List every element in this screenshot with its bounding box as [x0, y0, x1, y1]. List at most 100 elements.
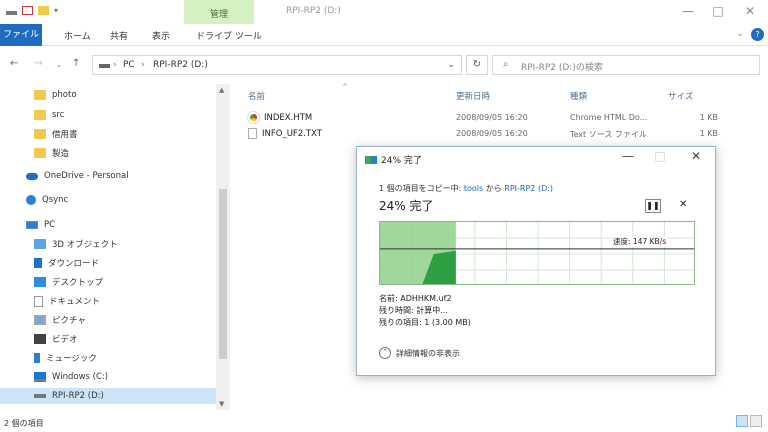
- destination-link[interactable]: RPI-RP2 (D:): [504, 184, 553, 193]
- file-type: Text ソース ファイル: [570, 130, 647, 139]
- breadcrumb-pc[interactable]: PC: [123, 60, 135, 70]
- file-type: Chrome HTML Do...: [570, 113, 648, 122]
- address-bar[interactable]: › PC › RPI-RP2 (D:) ⌄: [92, 55, 462, 75]
- time-remaining-info: 残り時間: 計算中...: [379, 306, 448, 315]
- dialog-close-button[interactable]: ✕: [687, 149, 705, 163]
- sidebar-item-onedrive[interactable]: OneDrive - Personal: [26, 168, 129, 184]
- 3d-objects-icon: [34, 239, 46, 249]
- sidebar-item-pc[interactable]: PC: [26, 217, 55, 233]
- address-row: ← → ⌄ ↑ › PC › RPI-RP2 (D:) ⌄ ↻ ⌕ RPI-RP…: [0, 52, 768, 78]
- customize-arrow-icon[interactable]: ▾: [54, 6, 58, 15]
- video-icon: [34, 334, 46, 344]
- sidebar-item-windows-c[interactable]: Windows (C:): [34, 369, 108, 385]
- sidebar-item-documents[interactable]: ドキュメント: [34, 293, 100, 309]
- sort-ascending-icon: ^: [342, 83, 348, 91]
- file-row[interactable]: INFO_UF2.TXT 2008/09/05 16:20 Text ソース フ…: [248, 126, 718, 142]
- tab-home[interactable]: ホーム: [64, 29, 91, 42]
- close-button[interactable]: ✕: [740, 4, 760, 18]
- quick-access-toolbar: ▾: [6, 6, 58, 15]
- tab-view[interactable]: 表示: [152, 29, 170, 42]
- cancel-copy-button[interactable]: ✕: [679, 199, 687, 210]
- scroll-down-icon[interactable]: ▼: [219, 400, 224, 408]
- tab-share[interactable]: 共有: [110, 29, 128, 42]
- up-button[interactable]: ↑: [72, 58, 80, 69]
- scroll-up-icon[interactable]: ▲: [219, 86, 224, 94]
- title-bar: ▾ 管理 RPI-RP2 (D:) — □ ✕: [0, 0, 768, 24]
- sidebar-item-music[interactable]: ミュージック: [34, 350, 97, 366]
- windows-drive-icon: [34, 372, 46, 382]
- dialog-title-bar: 24% 完了: [365, 153, 422, 166]
- file-date: 2008/09/05 16:20: [456, 113, 528, 122]
- document-icon: [34, 295, 43, 307]
- forward-button[interactable]: →: [34, 58, 42, 69]
- folder-icon: [34, 90, 46, 100]
- speed-graph-canvas: [380, 222, 694, 284]
- file-name-info: 名前: ADHHKM.uf2: [379, 294, 452, 303]
- breadcrumb-separator: ›: [141, 60, 145, 70]
- ribbon-tabs: ファイル ホーム 共有 表示 ドライブ ツール ⌄ ?: [0, 24, 768, 46]
- details-view-icon[interactable]: [736, 415, 748, 427]
- column-header-type[interactable]: 種類: [570, 90, 587, 102]
- minimize-button[interactable]: —: [678, 4, 698, 18]
- column-header-date[interactable]: 更新日時: [456, 90, 490, 102]
- pause-button[interactable]: ❚❚: [645, 199, 661, 213]
- download-icon: [34, 258, 42, 268]
- help-icon[interactable]: ?: [751, 28, 764, 41]
- navigation-pane: photo src 借用書 製造 OneDrive - Personal Qsy…: [0, 84, 232, 410]
- large-icons-view-icon[interactable]: [750, 415, 762, 427]
- file-name: INFO_UF2.TXT: [262, 128, 322, 139]
- file-row[interactable]: INDEX.HTM 2008/09/05 16:20 Chrome HTML D…: [248, 110, 718, 126]
- desktop-icon: [34, 277, 46, 287]
- pictures-icon: [34, 315, 46, 325]
- maximize-button[interactable]: □: [708, 4, 728, 18]
- qsync-icon: [26, 195, 36, 205]
- address-dropdown-icon[interactable]: ⌄: [447, 60, 455, 70]
- search-icon: ⌕: [503, 59, 509, 70]
- dialog-minimize-button[interactable]: —: [619, 149, 637, 163]
- sidebar-item-rpi-rp2[interactable]: RPI-RP2 (D:): [0, 388, 216, 404]
- chrome-icon: [248, 112, 259, 123]
- file-name: INDEX.HTM: [264, 112, 313, 123]
- fewer-details-button[interactable]: ⌃ 詳細情報の非表示: [379, 347, 460, 359]
- column-header-size[interactable]: サイズ: [668, 90, 693, 102]
- sidebar-item-qsync[interactable]: Qsync: [26, 192, 68, 208]
- status-item-count: 2 個の項目: [4, 419, 44, 428]
- copy-progress-icon: [365, 155, 377, 164]
- expand-ribbon-icon[interactable]: ⌄: [736, 29, 744, 39]
- search-box[interactable]: ⌕ RPI-RP2 (D:)の検索: [492, 55, 760, 75]
- properties-icon[interactable]: [22, 6, 33, 15]
- sidebar-item-videos[interactable]: ビデオ: [34, 331, 78, 347]
- dialog-title: 24% 完了: [381, 156, 422, 166]
- transfer-speed-graph: 速度: 147 KB/s: [379, 221, 695, 285]
- sidebar-item-shakuyosho[interactable]: 借用書: [34, 126, 78, 142]
- drive-icon[interactable]: [6, 10, 17, 15]
- sidebar-item-pictures[interactable]: ピクチャ: [34, 312, 86, 328]
- sidebar-item-src[interactable]: src: [34, 107, 64, 123]
- tab-drive-tools[interactable]: ドライブ ツール: [196, 29, 262, 42]
- new-folder-icon[interactable]: [38, 6, 49, 15]
- refresh-button[interactable]: ↻: [466, 55, 488, 75]
- file-size: 1 KB: [699, 113, 718, 122]
- column-header-name[interactable]: 名前: [248, 90, 265, 102]
- source-link[interactable]: tools: [464, 184, 483, 193]
- sidebar-item-photo[interactable]: photo: [34, 87, 77, 103]
- folder-icon: [34, 110, 46, 120]
- file-date: 2008/09/05 16:20: [456, 129, 528, 138]
- search-input[interactable]: RPI-RP2 (D:)の検索: [521, 60, 603, 73]
- items-remaining-info: 残りの項目: 1 (3.00 MB): [379, 318, 471, 327]
- sidebar-item-downloads[interactable]: ダウンロード: [34, 255, 99, 271]
- sidebar-item-3d-objects[interactable]: 3D オブジェクト: [34, 236, 118, 252]
- scrollbar-thumb[interactable]: [219, 189, 227, 359]
- breadcrumb-drive[interactable]: RPI-RP2 (D:): [153, 60, 208, 70]
- tab-file[interactable]: ファイル: [0, 24, 42, 46]
- sidebar-item-seizo[interactable]: 製造: [34, 145, 69, 161]
- drive-icon: [34, 394, 46, 398]
- recent-locations-icon[interactable]: ⌄: [56, 61, 62, 69]
- view-buttons: [736, 415, 762, 427]
- back-button[interactable]: ←: [10, 58, 18, 69]
- window-title: RPI-RP2 (D:): [286, 6, 341, 16]
- sidebar-item-desktop[interactable]: デスクトップ: [34, 274, 103, 290]
- dialog-maximize-button: □: [654, 149, 666, 163]
- manage-context-tab[interactable]: 管理: [184, 0, 254, 24]
- sidebar-scrollbar[interactable]: ▲ ▼: [216, 84, 230, 410]
